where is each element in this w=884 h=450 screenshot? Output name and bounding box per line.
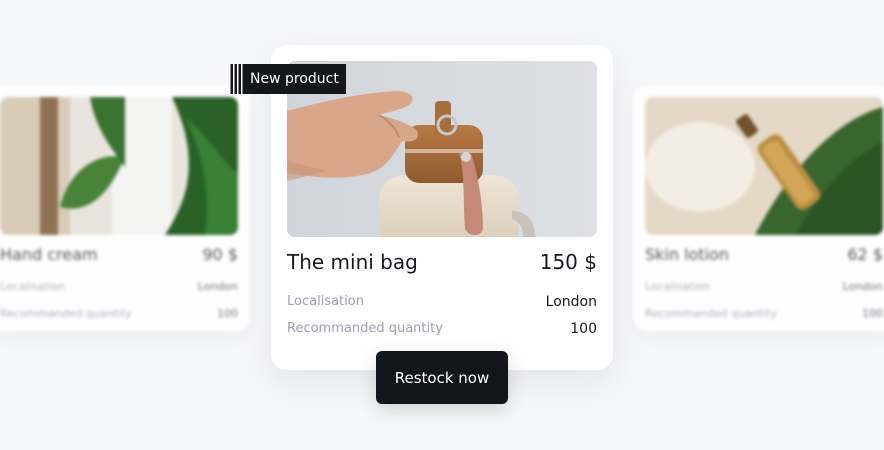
- quantity-value: 100: [570, 321, 597, 337]
- quantity-value: 100: [862, 307, 883, 320]
- localisation-label: Localisation: [0, 280, 66, 293]
- product-card-left[interactable]: Hand cream 90 $ Localisation London Reco…: [0, 85, 250, 331]
- quantity-label: Recommanded quantity: [287, 321, 443, 336]
- restock-now-button[interactable]: Restock now: [376, 351, 508, 404]
- localisation-value: London: [545, 294, 597, 310]
- product-title: The mini bag: [287, 250, 418, 274]
- localisation-value: London: [842, 280, 883, 293]
- product-title: Skin lotion: [645, 245, 729, 264]
- badge-label: New product: [250, 71, 339, 87]
- barcode-stripes-icon: [229, 64, 245, 94]
- product-price: 90 $: [202, 245, 238, 264]
- quantity-label: Recommanded quantity: [0, 307, 132, 320]
- localisation-label: Localisation: [645, 280, 711, 293]
- product-title: Hand cream: [0, 245, 98, 264]
- product-carousel: Hand cream 90 $ Localisation London Reco…: [0, 0, 884, 450]
- localisation-label: Localisation: [287, 294, 364, 309]
- product-card-right[interactable]: Skin lotion 62 $ Localisation London Rec…: [633, 85, 884, 331]
- new-product-badge: New product: [229, 64, 346, 94]
- product-price: 150 $: [539, 250, 597, 274]
- product-image-hand-cream: [0, 97, 238, 235]
- product-price: 62 $: [847, 245, 883, 264]
- product-image-skin-lotion: [645, 97, 883, 235]
- quantity-label: Recommanded quantity: [645, 307, 777, 320]
- localisation-value: London: [197, 280, 238, 293]
- quantity-value: 100: [217, 307, 238, 320]
